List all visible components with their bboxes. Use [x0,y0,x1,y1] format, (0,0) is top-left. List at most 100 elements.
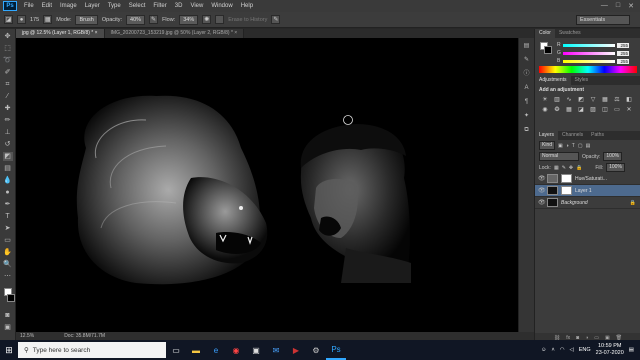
layer-name[interactable]: Layer 1 [575,188,592,194]
balance-icon[interactable]: ⚖ [613,97,621,104]
red-slider[interactable]: R 255 [557,42,637,48]
tray-expand-icon[interactable]: ˄ [551,347,554,353]
path-select-tool-icon[interactable]: ➤ [3,224,13,233]
background-color-swatch[interactable] [6,294,15,302]
opacity-field[interactable]: 40% [126,14,146,25]
settings-app-icon[interactable]: ⚙ [306,340,326,360]
tab-document-1[interactable]: jpg @ 12.5% (Layer 1, RGB/8) * × [16,29,105,38]
lock-pixels-icon[interactable]: ▦ [554,165,559,171]
blue-value[interactable]: 255 [617,58,629,64]
levels-icon[interactable]: ▥ [553,97,561,104]
lock-paint-icon[interactable]: ✎ [562,165,566,171]
channel-mixer-icon[interactable]: ❂ [553,107,561,114]
filter-pixel-icon[interactable]: ▣ [558,143,563,149]
red-value[interactable]: 255 [617,42,629,48]
erase-history-checkbox[interactable] [215,15,225,24]
green-slider[interactable]: G 255 [557,50,637,56]
lock-position-icon[interactable]: ✥ [569,165,573,171]
photoshop-taskbar-icon[interactable]: Ps [326,340,346,360]
media-app-icon[interactable]: ▶ [286,340,306,360]
lookup-icon[interactable]: ▦ [565,107,573,114]
filter-type-icon[interactable]: T [572,143,575,149]
visibility-eye-icon[interactable]: 👁 [538,175,546,182]
menu-3d[interactable]: 3D [171,3,187,9]
color-background-swatch[interactable] [544,46,552,54]
hand-tool-icon[interactable]: ✋ [3,248,13,257]
quick-mask-icon[interactable]: ◙ [3,311,13,320]
visibility-eye-icon[interactable]: 👁 [538,187,546,194]
layer-name[interactable]: Hue/Saturati... [575,176,607,182]
maximize-button[interactable]: □ [616,2,620,10]
layer-name[interactable]: Background [561,200,588,206]
properties-panel-icon[interactable]: ✎ [522,56,531,65]
type-tool-icon[interactable]: T [3,212,13,221]
menu-window[interactable]: Window [207,3,236,9]
layer-row-layer-1[interactable]: 👁 Layer 1 [535,185,640,197]
tab-adjustments[interactable]: Adjustments [535,76,571,85]
minimize-button[interactable]: — [601,2,608,10]
photo-filter-icon[interactable]: ◉ [541,107,549,114]
vibrance-icon[interactable]: ▽ [589,97,597,104]
brush-tool-icon[interactable]: ✏ [3,116,13,125]
layer-opacity-field[interactable]: 100% [603,152,623,161]
screen-mode-icon[interactable]: ▣ [3,323,13,332]
posterize-icon[interactable]: ▨ [589,107,597,114]
brush-preset-icon[interactable]: ● [17,15,26,24]
marquee-tool-icon[interactable]: ⬚ [3,44,13,53]
color-spectrum[interactable] [539,66,637,73]
lasso-tool-icon[interactable]: ➰ [3,56,13,65]
exposure-icon[interactable]: ◩ [577,97,585,104]
history-brush-tool-icon[interactable]: ↺ [3,140,13,149]
blue-track[interactable] [563,59,615,63]
zoom-level[interactable]: 12.5% [20,333,34,339]
history-panel-icon[interactable]: ▤ [522,42,531,51]
menu-layer[interactable]: Layer [81,3,104,9]
tab-swatches[interactable]: Swatches [555,29,585,38]
close-button[interactable]: ✕ [628,2,634,10]
bw-icon[interactable]: ◧ [625,97,633,104]
eyedropper-tool-icon[interactable]: ⁄ [3,92,13,101]
red-track[interactable] [563,43,615,47]
file-explorer-icon[interactable]: ▬ [186,340,206,360]
eraser-tool-selected-icon[interactable]: ◩ [2,152,13,161]
task-view-icon[interactable]: ▭ [166,340,186,360]
clone-stamp-tool-icon[interactable]: ⊥ [3,128,13,137]
more-tools-icon[interactable]: ⋯ [3,272,13,281]
brush-panel-icon[interactable]: ▦ [43,15,53,24]
flow-field[interactable]: 34% [179,14,199,25]
layer-row-hue-saturation[interactable]: 👁 Hue/Saturati... [535,173,640,185]
workspace-select[interactable]: Essentials [576,15,630,25]
selective-color-icon[interactable]: ✕ [625,107,633,114]
network-icon[interactable]: ◠ [560,347,565,353]
visibility-eye-icon[interactable]: 👁 [538,199,546,206]
tab-layers[interactable]: Layers [535,131,559,140]
blend-mode-select[interactable]: Normal [539,152,579,161]
store-icon[interactable]: ▣ [246,340,266,360]
pressure-size-icon[interactable]: ✎ [271,15,281,24]
menu-select[interactable]: Select [125,3,150,9]
blue-slider[interactable]: B 255 [557,58,637,64]
gradient-map-icon[interactable]: ▭ [613,107,621,114]
zoom-tool-icon[interactable]: 🔍 [3,260,13,269]
layer-fill-field[interactable]: 100% [606,163,625,172]
clone-source-panel-icon[interactable]: ⧉ [522,126,531,135]
healing-brush-tool-icon[interactable]: ✚ [3,104,13,113]
menu-image[interactable]: Image [56,3,81,9]
gradient-tool-icon[interactable]: ▤ [3,164,13,173]
tab-color[interactable]: Color [535,29,555,38]
tab-channels[interactable]: Channels [558,131,587,140]
invert-icon[interactable]: ◪ [577,107,585,114]
mail-icon[interactable]: ✉ [266,340,286,360]
menu-edit[interactable]: Edit [38,3,56,9]
crop-tool-icon[interactable]: ⌗ [3,80,13,89]
volume-icon[interactable]: ◁ [570,347,574,353]
move-tool-icon[interactable]: ✥ [3,32,13,41]
green-track[interactable] [563,51,615,55]
language-indicator[interactable]: ENG [579,347,591,353]
lock-all-icon[interactable]: 🔒 [576,165,582,171]
menu-file[interactable]: File [20,3,38,9]
menu-view[interactable]: View [186,3,207,9]
filter-adjust-icon[interactable]: ◑ [566,143,569,149]
layer-kind-filter[interactable]: Kind [539,141,556,150]
layer-mask-thumb[interactable] [561,186,572,195]
